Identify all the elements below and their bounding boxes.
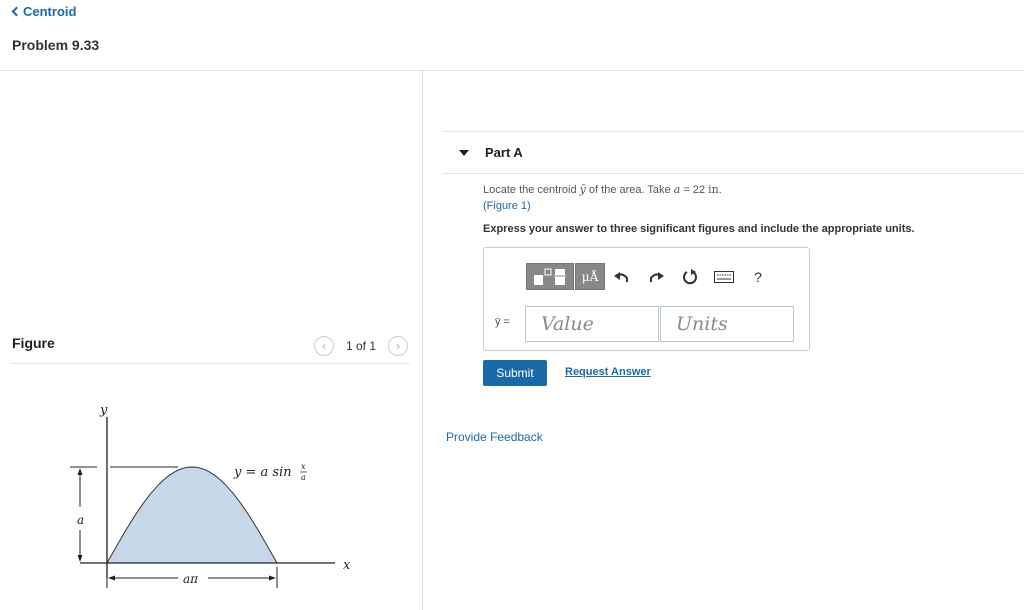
shaded-area [106,466,278,564]
part-a-header[interactable]: Part A [442,131,1024,174]
figure-heading: Figure [12,335,55,351]
figure-pager: ‹ 1 of 1 › [314,336,409,356]
request-answer-link[interactable]: Request Answer [565,366,651,378]
curve-equation: y = a sin [233,465,292,480]
question-middle: of the area. Take [588,184,671,196]
units-input[interactable] [660,306,794,342]
area-figure: a aπ y x y = a sin x a [70,403,351,588]
problem-title: Problem 9.33 [12,37,100,53]
figure-divider [12,363,410,364]
equation-numerator: x [301,462,306,471]
help-button[interactable]: ? [741,263,775,290]
math-toolbar: μÅ ? [526,263,775,290]
arrow-left-icon [108,575,115,581]
keyboard-icon [714,270,734,283]
question-symbol: ȳ [579,183,586,196]
arrow-up-icon [77,468,83,475]
answer-variable-label: ȳ = [495,316,510,328]
question-unit: in [708,183,719,196]
redo-icon [650,271,664,282]
units-button[interactable]: μÅ [575,263,605,290]
question-value: = 22 [680,184,706,196]
height-dim-label: a [77,513,84,527]
keyboard-button[interactable] [707,263,741,290]
answer-box: μÅ ? ȳ = [483,247,810,351]
provide-feedback-link[interactable]: Provide Feedback [446,430,543,444]
prev-figure-button[interactable]: ‹ [314,336,334,356]
submit-button[interactable]: Submit [483,360,547,386]
question-prefix: Locate the centroid [483,184,577,196]
y-axis-label: y [99,403,108,418]
reset-button[interactable] [673,263,707,290]
arrow-right-icon [269,575,276,581]
caret-down-icon [459,149,469,156]
undo-icon [614,271,628,282]
figure-link[interactable]: (Figure 1) [483,200,531,212]
panel-divider [422,70,423,610]
equation-denominator: a [301,473,306,482]
value-input[interactable] [525,306,659,342]
redo-button[interactable] [639,263,673,290]
instruction-text: Express your answer to three significant… [483,223,915,235]
undo-button[interactable] [605,263,639,290]
templates-button[interactable] [526,263,574,290]
back-link-label: Centroid [23,4,77,19]
templates-icon [534,268,566,285]
question-text: Locate the centroid ȳ of the area. Take … [483,183,722,196]
reset-icon [683,268,697,284]
chevron-left-icon [11,6,22,17]
next-figure-button[interactable]: › [388,336,409,356]
pager-count: 1 of 1 [346,339,377,353]
x-axis-label: x [343,558,351,573]
header-divider [0,70,1024,71]
part-a-title: Part A [485,145,523,160]
width-dim-label: aπ [183,572,199,586]
back-to-centroid-link[interactable]: Centroid [11,4,76,19]
arrow-down-icon [77,555,83,562]
